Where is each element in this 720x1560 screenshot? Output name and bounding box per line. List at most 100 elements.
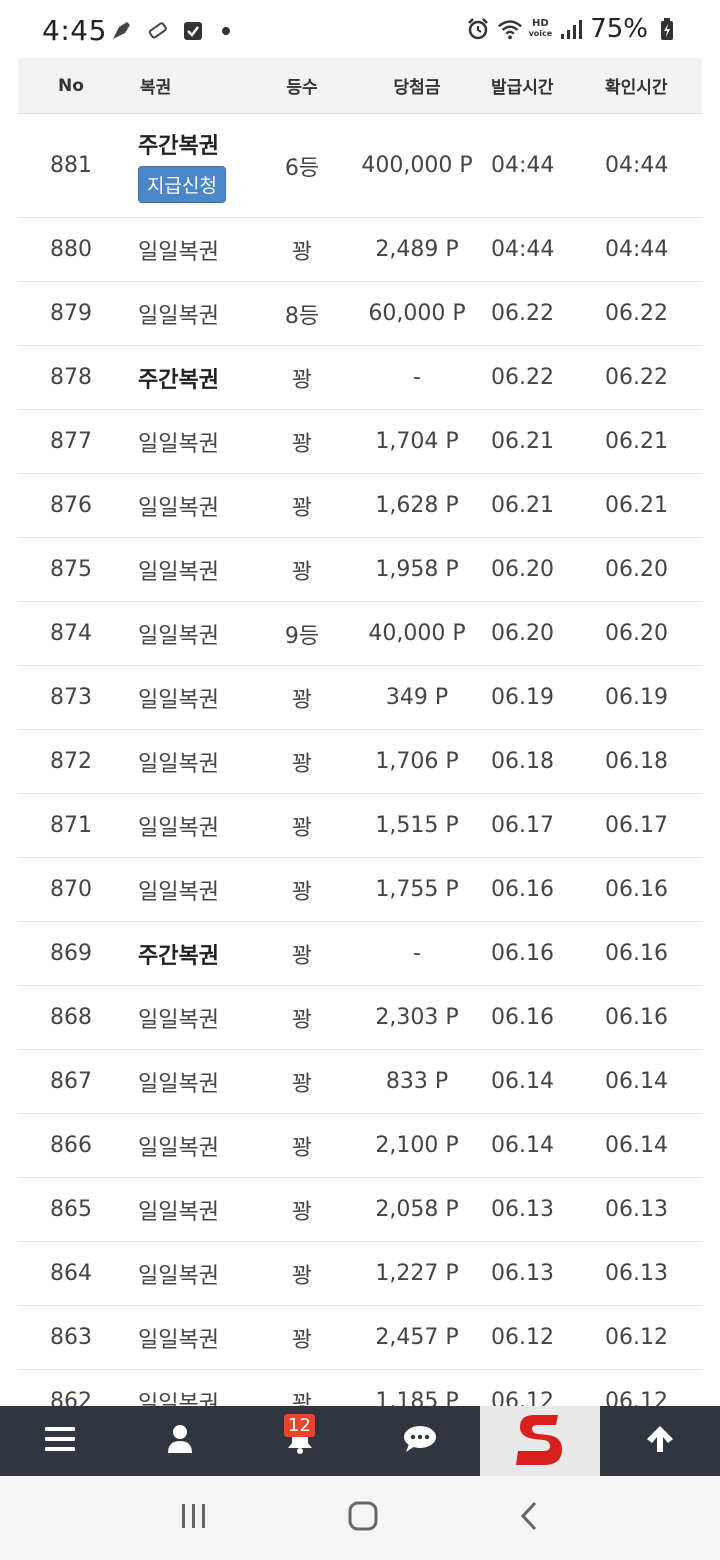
user-icon xyxy=(167,1424,193,1458)
table-row: 873 일일복권 꽝 349 P 06.19 06.19 xyxy=(18,666,702,730)
row-type: 일일복권 xyxy=(138,1071,219,1097)
row-type: 일일복권 xyxy=(138,495,219,521)
hd-label: HD xyxy=(532,18,549,29)
header-type: 복권 xyxy=(140,78,172,98)
row-type-cell: 일일복권 xyxy=(124,1002,244,1034)
checkbox-icon xyxy=(180,18,206,44)
site-logo xyxy=(512,1409,568,1473)
row-rank: 꽝 xyxy=(291,1199,313,1225)
table-row: 871 일일복권 꽝 1,515 P 06.17 06.17 xyxy=(18,794,702,858)
row-prize: - xyxy=(413,941,421,966)
row-checked-time: 06.20 xyxy=(605,557,668,582)
row-type: 일일복권 xyxy=(138,751,219,777)
table-row: 869 주간복권 꽝 - 06.16 06.16 xyxy=(18,922,702,986)
bottom-nav-bar: 12 xyxy=(0,1406,720,1476)
row-checked-time: 04:44 xyxy=(605,237,669,262)
row-rank: 꽝 xyxy=(291,1391,313,1407)
table-row: 879 일일복권 8등 60,000 P 06.22 06.22 xyxy=(18,282,702,346)
hd-voice-indicator: HD voice xyxy=(529,19,553,39)
row-checked-time: 06.16 xyxy=(605,877,668,902)
row-type-cell: 일일복권 xyxy=(124,682,244,714)
row-rank: 6등 xyxy=(284,155,320,181)
header-no: No xyxy=(58,75,84,96)
row-type: 일일복권 xyxy=(138,815,219,841)
row-no: 867 xyxy=(50,1069,92,1094)
row-type-cell: 일일복권 xyxy=(124,746,244,778)
row-prize: 2,303 P xyxy=(375,1005,459,1030)
row-issued-time: 06.22 xyxy=(491,365,554,390)
table-row: 868 일일복권 꽝 2,303 P 06.16 06.16 xyxy=(18,986,702,1050)
row-type-cell: 일일복권 xyxy=(124,1258,244,1290)
row-checked-time: 06.16 xyxy=(605,941,668,966)
row-no: 863 xyxy=(50,1325,92,1350)
table-row: 878 주간복권 꽝 - 06.22 06.22 xyxy=(18,346,702,410)
row-type-cell: 일일복권 xyxy=(124,298,244,330)
back-icon[interactable] xyxy=(517,1500,541,1536)
claim-payment-button[interactable]: 지급신청 xyxy=(138,166,226,203)
row-prize: 2,058 P xyxy=(375,1197,459,1222)
table-row: 864 일일복권 꽝 1,227 P 06.13 06.13 xyxy=(18,1242,702,1306)
row-type: 일일복권 xyxy=(138,687,219,713)
table-row: 872 일일복권 꽝 1,706 P 06.18 06.18 xyxy=(18,730,702,794)
row-checked-time: 06.19 xyxy=(605,685,668,710)
row-checked-time: 06.22 xyxy=(605,301,668,326)
row-rank: 꽝 xyxy=(291,687,313,713)
row-no: 877 xyxy=(50,429,92,454)
table-body: 881 주간복권 지급신청 6등 400,000 P 04:44 04:44 880 일일복권 꽝… xyxy=(18,114,702,1406)
header-prize: 당첨금 xyxy=(393,78,441,98)
signal-icon xyxy=(558,16,584,42)
row-prize: 60,000 P xyxy=(368,301,466,326)
scroll-top-button[interactable] xyxy=(600,1406,720,1476)
row-no: 874 xyxy=(50,621,92,646)
row-type: 일일복권 xyxy=(138,239,219,265)
row-prize: 1,704 P xyxy=(375,429,459,454)
row-prize: 40,000 P xyxy=(368,621,466,646)
row-rank: 꽝 xyxy=(291,1071,313,1097)
row-type: 일일복권 xyxy=(138,431,219,457)
row-type: 일일복권 xyxy=(138,879,219,905)
row-no: 871 xyxy=(50,813,92,838)
row-type: 일일복권 xyxy=(138,1199,219,1225)
row-type: 주간복권 xyxy=(138,943,219,969)
table-row: 881 주간복권 지급신청 6등 400,000 P 04:44 04:44 xyxy=(18,114,702,218)
row-issued-time: 06.21 xyxy=(491,493,554,518)
row-type: 일일복권 xyxy=(138,1263,219,1289)
row-prize: 2,489 P xyxy=(375,237,459,262)
row-no: 878 xyxy=(50,365,92,390)
row-no: 870 xyxy=(50,877,92,902)
row-checked-time: 06.16 xyxy=(605,1005,668,1030)
row-rank: 꽝 xyxy=(291,495,313,521)
status-bar: 4:45 HD voice 75% xyxy=(0,0,720,62)
chat-button[interactable] xyxy=(360,1406,480,1476)
table-row: 875 일일복권 꽝 1,958 P 06.20 06.20 xyxy=(18,538,702,602)
notification-count-badge: 12 xyxy=(284,1414,315,1437)
row-prize: 1,515 P xyxy=(375,813,459,838)
row-no: 872 xyxy=(50,749,92,774)
row-checked-time: 06.13 xyxy=(605,1197,668,1222)
row-no: 862 xyxy=(50,1389,92,1406)
row-checked-time: 06.22 xyxy=(605,365,668,390)
menu-icon xyxy=(45,1426,75,1456)
table-row: 880 일일복권 꽝 2,489 P 04:44 04:44 xyxy=(18,218,702,282)
row-rank: 꽝 xyxy=(291,367,313,393)
row-no: 869 xyxy=(50,941,92,966)
row-type: 주간복권 xyxy=(138,367,219,393)
row-type-cell: 일일복권 xyxy=(124,810,244,842)
row-issued-time: 06.21 xyxy=(491,429,554,454)
row-no: 875 xyxy=(50,557,92,582)
row-issued-time: 06.14 xyxy=(491,1133,554,1158)
row-type-cell: 일일복권 xyxy=(124,554,244,586)
row-no: 880 xyxy=(50,237,92,262)
table-row: 863 일일복권 꽝 2,457 P 06.12 06.12 xyxy=(18,1306,702,1370)
recent-apps-icon[interactable] xyxy=(179,1501,209,1535)
notifications-button[interactable]: 12 xyxy=(240,1406,360,1476)
table-row: 866 일일복권 꽝 2,100 P 06.14 06.14 xyxy=(18,1114,702,1178)
menu-button[interactable] xyxy=(0,1406,120,1476)
home-icon[interactable] xyxy=(347,1500,379,1536)
header-checked-time: 확인시간 xyxy=(605,78,668,98)
row-type: 일일복권 xyxy=(138,623,219,649)
row-issued-time: 06.12 xyxy=(491,1389,554,1406)
profile-button[interactable] xyxy=(120,1406,240,1476)
row-checked-time: 06.13 xyxy=(605,1261,668,1286)
site-logo-button[interactable] xyxy=(480,1406,600,1476)
